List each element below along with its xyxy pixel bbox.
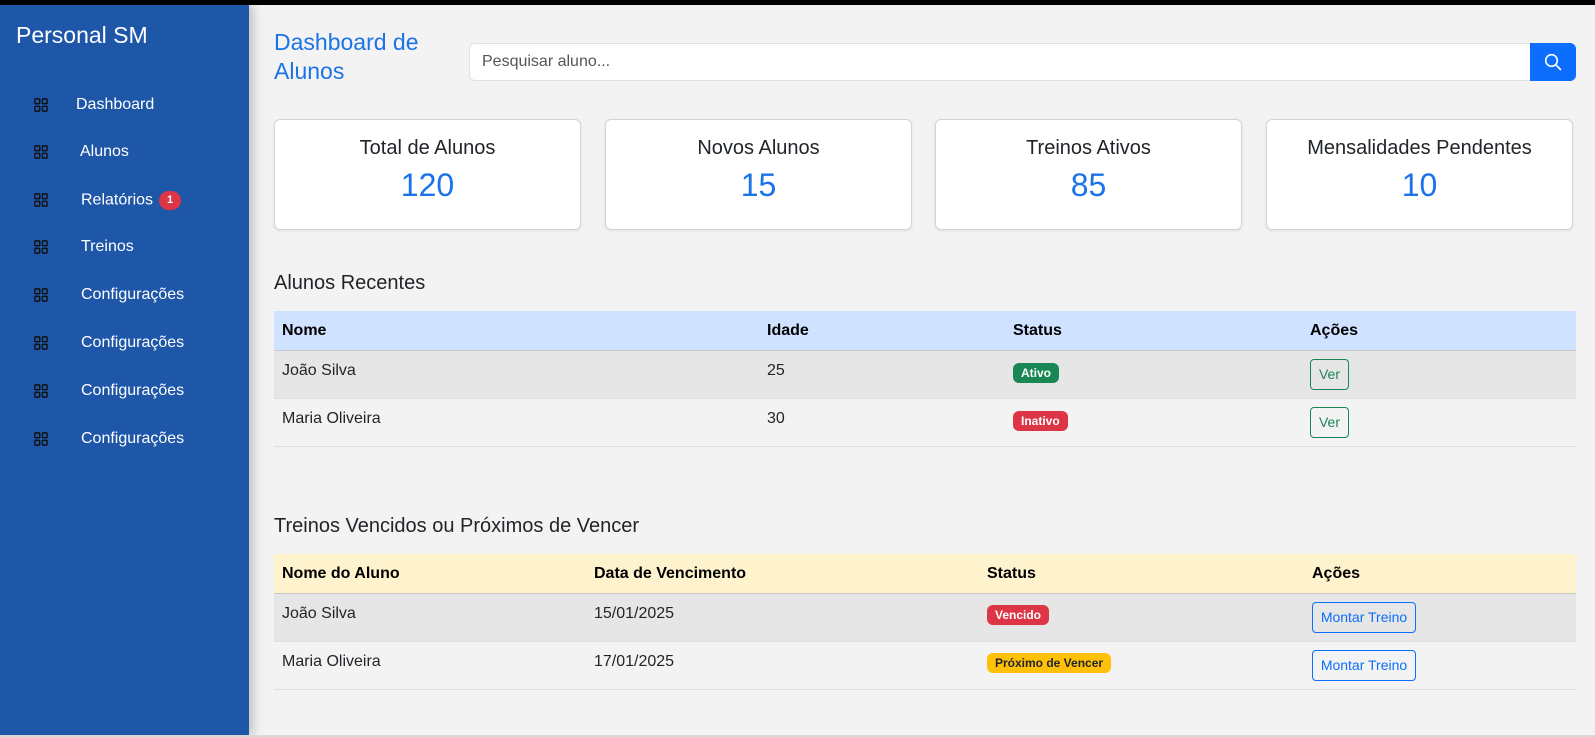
due-date: 15/01/2025 xyxy=(594,605,675,622)
column-header-status: Status xyxy=(1013,322,1062,339)
table-row: Maria Oliveira 17/01/2025 Próximo de Ven… xyxy=(274,642,1576,690)
sidebar-item-label: Configurações xyxy=(81,430,185,447)
stat-card-title: Novos Alunos xyxy=(697,137,820,159)
search-input[interactable] xyxy=(469,43,1530,81)
table-row: João Silva 25 Ativo Ver xyxy=(274,351,1576,399)
stat-card-novos-alunos: Novos Alunos 15 xyxy=(605,119,912,230)
build-workout-button[interactable]: Montar Treino xyxy=(1312,650,1416,681)
sidebar-item-label: Configurações xyxy=(81,382,185,399)
notification-badge: 1 xyxy=(159,190,182,210)
view-button[interactable]: Ver xyxy=(1310,359,1349,390)
stat-card-title: Treinos Ativos xyxy=(1026,137,1151,159)
sidebar-item-configuracoes[interactable]: Configurações xyxy=(34,378,184,404)
recent-students-title: Alunos Recentes xyxy=(274,272,426,294)
sidebar-item-configuracoes[interactable]: Configurações xyxy=(34,330,184,356)
status-badge: Inativo xyxy=(1013,411,1068,431)
stat-card-value: 10 xyxy=(1401,167,1438,203)
column-header-data-vencimento: Data de Vencimento xyxy=(594,565,747,582)
student-name: João Silva xyxy=(282,605,356,622)
stat-card-total-alunos: Total de Alunos 120 xyxy=(274,119,581,230)
status-badge: Ativo xyxy=(1013,363,1059,383)
stat-card-value: 85 xyxy=(1070,167,1107,203)
stat-card-mensalidades-pendentes: Mensalidades Pendentes 10 xyxy=(1266,119,1573,230)
sidebar-item-label: Alunos xyxy=(80,143,129,160)
table-header: Nome Idade Status Ações xyxy=(274,311,1576,351)
grid-icon xyxy=(34,193,48,207)
search-button[interactable] xyxy=(1530,43,1576,81)
column-header-acoes: Ações xyxy=(1310,322,1359,339)
column-header-nome-aluno: Nome do Aluno xyxy=(282,565,400,582)
column-header-acoes: Ações xyxy=(1312,565,1361,582)
expiring-workouts-table: Nome do Aluno Data de Vencimento Status … xyxy=(274,554,1576,690)
status-badge: Próximo de Vencer xyxy=(987,653,1112,673)
sidebar-item-alunos[interactable]: Alunos xyxy=(34,139,129,165)
view-button[interactable]: Ver xyxy=(1310,407,1349,438)
column-header-nome: Nome xyxy=(282,322,327,339)
sidebar-item-configuracoes[interactable]: Configurações xyxy=(34,282,184,308)
table-row: João Silva 15/01/2025 Vencido Montar Tre… xyxy=(274,594,1576,642)
grid-icon xyxy=(34,240,48,254)
grid-icon xyxy=(34,384,48,398)
sidebar-item-configuracoes[interactable]: Configurações xyxy=(34,426,184,452)
stat-card-value: 120 xyxy=(400,167,455,203)
student-age: 25 xyxy=(767,362,785,379)
sidebar-item-label: Treinos xyxy=(81,238,134,255)
column-header-status: Status xyxy=(987,565,1036,582)
stat-card-title: Total de Alunos xyxy=(359,137,496,159)
sidebar-item-relatorios[interactable]: Relatórios 1 xyxy=(34,187,182,213)
grid-icon xyxy=(34,98,48,112)
expiring-workouts-title: Treinos Vencidos ou Próximos de Vencer xyxy=(274,515,640,537)
grid-icon xyxy=(34,145,48,159)
search-bar xyxy=(469,43,1576,81)
status-badge: Vencido xyxy=(987,605,1050,625)
page-title: Dashboard de Alunos xyxy=(274,29,419,84)
recent-students-table: Nome Idade Status Ações João Silva 25 At… xyxy=(274,311,1576,447)
table-row: Maria Oliveira 30 Inativo Ver xyxy=(274,399,1576,447)
sidebar-item-label: Configurações xyxy=(81,286,185,303)
student-name: João Silva xyxy=(282,362,356,379)
sidebar-item-label: Relatórios xyxy=(81,191,154,209)
due-date: 17/01/2025 xyxy=(594,653,675,670)
student-name: Maria Oliveira xyxy=(282,653,381,670)
search-icon xyxy=(1544,53,1562,71)
table-header: Nome do Aluno Data de Vencimento Status … xyxy=(274,554,1576,594)
grid-icon xyxy=(34,336,48,350)
sidebar-item-dashboard[interactable]: Dashboard xyxy=(34,92,154,118)
build-workout-button[interactable]: Montar Treino xyxy=(1312,602,1416,633)
brand-title: Personal SM xyxy=(16,22,148,48)
sidebar: Personal SM Dashboard Alunos Relatórios 1… xyxy=(0,5,249,735)
sidebar-item-label: Dashboard xyxy=(76,96,155,113)
sidebar-item-treinos[interactable]: Treinos xyxy=(34,234,134,260)
sidebar-item-label-wrap: Relatórios 1 xyxy=(81,190,182,210)
sidebar-item-label: Configurações xyxy=(81,334,185,351)
grid-icon xyxy=(34,288,48,302)
stat-card-treinos-ativos: Treinos Ativos 85 xyxy=(935,119,1242,230)
stat-card-value: 15 xyxy=(740,167,777,203)
stat-card-title: Mensalidades Pendentes xyxy=(1307,137,1532,159)
column-header-idade: Idade xyxy=(767,322,809,339)
student-name: Maria Oliveira xyxy=(282,410,381,427)
student-age: 30 xyxy=(767,410,785,427)
grid-icon xyxy=(34,432,48,446)
